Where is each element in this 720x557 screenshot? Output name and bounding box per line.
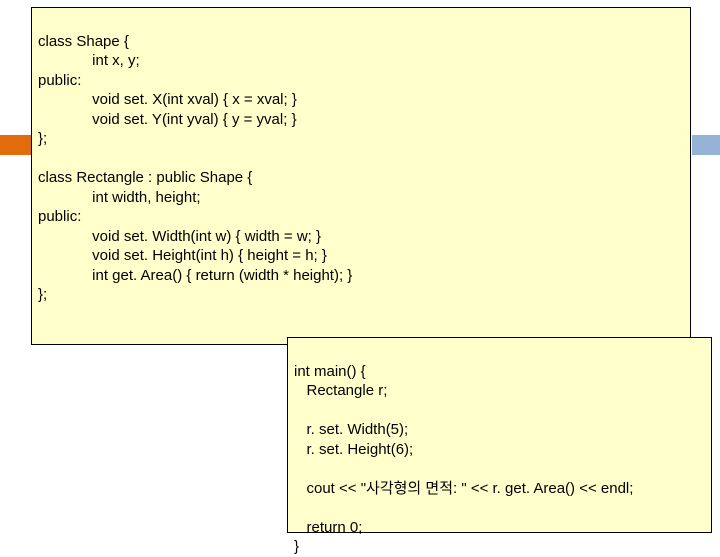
code-line: class Shape { (38, 33, 129, 50)
code-line: void set. Height(int h) { height = h; } (38, 247, 327, 264)
code-line: Rectangle r; (294, 382, 387, 399)
code-box-main: int main() { Rectangle r; r. set. Width(… (287, 337, 712, 533)
accent-stripe-left (0, 135, 35, 155)
code-line: }; (38, 130, 47, 147)
code-line: int width, height; (38, 189, 201, 206)
accent-stripe-right (692, 135, 720, 155)
code-line: public: (38, 208, 81, 225)
code-line: return 0; (294, 519, 362, 536)
code-line: void set. Y(int yval) { y = yval; } (38, 111, 297, 128)
code-line: cout << "사각형의 면적: " << r. get. Area() <<… (294, 480, 633, 497)
code-line: public: (38, 72, 81, 89)
code-line: int main() { (294, 363, 366, 380)
code-line: void set. X(int xval) { x = xval; } (38, 91, 297, 108)
code-box-classes: class Shape { int x, y; public: void set… (31, 7, 691, 345)
code-line: class Rectangle : public Shape { (38, 169, 252, 186)
code-line: r. set. Height(6); (294, 441, 413, 458)
code-line: }; (38, 286, 47, 303)
code-line: void set. Width(int w) { width = w; } (38, 228, 321, 245)
code-line: int x, y; (38, 52, 140, 69)
code-line: } (294, 538, 299, 555)
code-line: int get. Area() { return (width * height… (38, 267, 352, 284)
code-line: r. set. Width(5); (294, 421, 408, 438)
